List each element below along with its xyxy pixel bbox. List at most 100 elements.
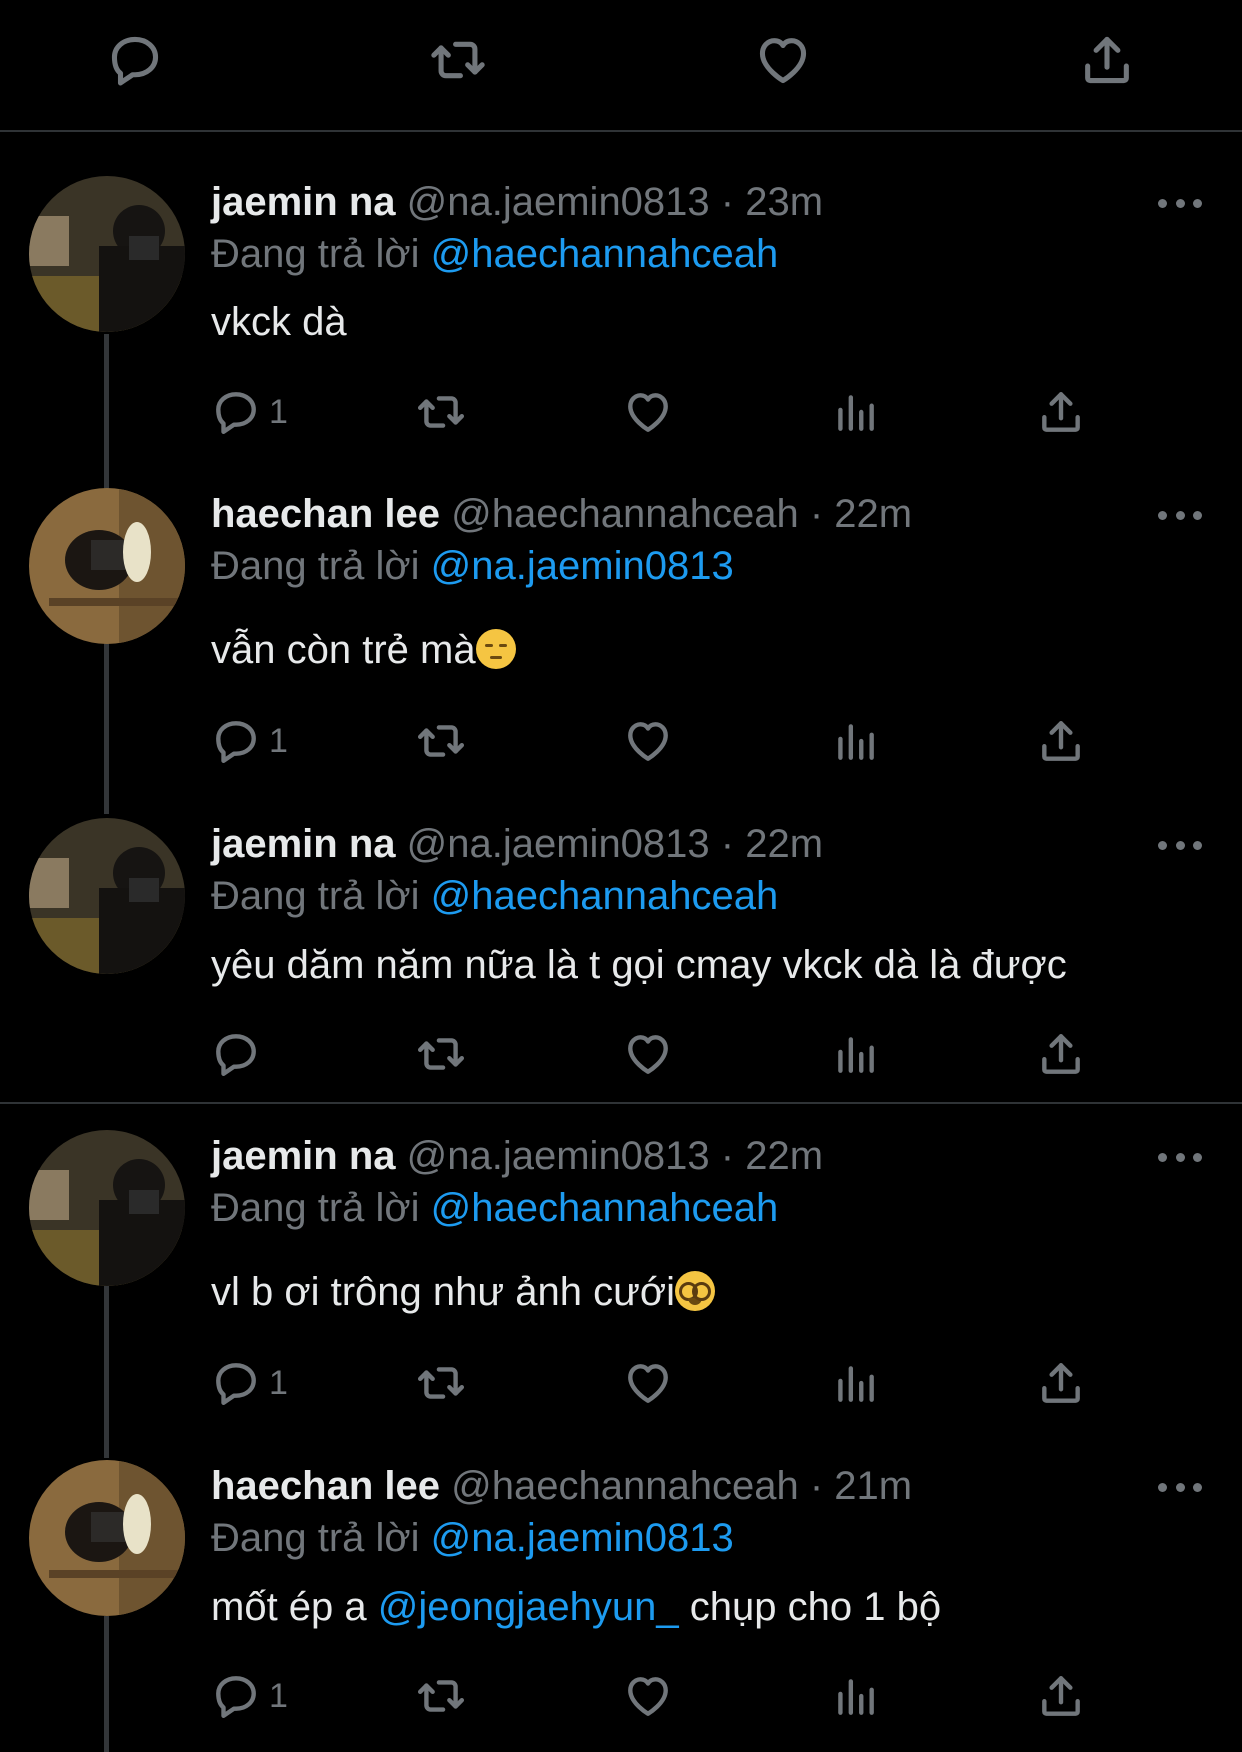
dot-icon: [1193, 510, 1202, 520]
share-button[interactable]: [1036, 384, 1086, 440]
replying-handle[interactable]: @na.jaemin0813: [431, 544, 734, 588]
like-button[interactable]: [623, 384, 673, 440]
user-handle[interactable]: @haechannahceah: [451, 492, 799, 536]
display-name[interactable]: jaemin na: [211, 1134, 396, 1178]
replying-handle[interactable]: @haechannahceah: [431, 232, 779, 276]
avatar[interactable]: [29, 176, 185, 332]
share-button[interactable]: [1036, 1668, 1086, 1724]
reply-button[interactable]: 1: [211, 1355, 288, 1411]
reply-count: 1: [269, 1363, 288, 1402]
more-options-button[interactable]: [1158, 505, 1202, 525]
like-button[interactable]: [623, 1355, 673, 1411]
display-name[interactable]: jaemin na: [211, 822, 396, 866]
user-handle[interactable]: @na.jaemin0813: [407, 822, 710, 866]
share-icon: [1042, 1363, 1080, 1403]
dot-icon: [1175, 198, 1185, 208]
share-button[interactable]: [1036, 713, 1086, 769]
avatar-photo-haechan: [29, 488, 185, 644]
replying-handle[interactable]: @na.jaemin0813: [431, 1516, 734, 1560]
share-icon: [1042, 721, 1080, 761]
reply-button[interactable]: [101, 26, 169, 94]
timestamp[interactable]: · 22m: [721, 1134, 823, 1178]
timestamp[interactable]: · 22m: [721, 822, 823, 866]
replying-to: Đang trả lời @haechannahceah: [211, 1183, 778, 1233]
analytics-icon: [838, 1366, 874, 1402]
tweet-text-after: chụp cho 1 bộ: [689, 1585, 942, 1629]
dot-icon: [1158, 1152, 1167, 1162]
dot-icon: [1175, 1152, 1185, 1162]
reply-button[interactable]: [211, 1026, 269, 1082]
like-button[interactable]: [623, 1668, 673, 1724]
share-button[interactable]: [1036, 1026, 1086, 1082]
tweet-text-before: mốt ép a: [211, 1585, 367, 1629]
retweet-button[interactable]: [416, 713, 466, 769]
avatar[interactable]: [29, 1130, 185, 1286]
analytics-icon: [838, 395, 874, 431]
user-handle[interactable]: @haechannahceah: [451, 1464, 799, 1508]
reply-button[interactable]: 1: [211, 384, 288, 440]
timestamp[interactable]: · 23m: [721, 180, 823, 224]
replying-label: Đang trả lời: [211, 874, 420, 918]
retweet-button[interactable]: [424, 26, 492, 94]
like-button[interactable]: [749, 26, 817, 94]
more-options-button[interactable]: [1158, 193, 1202, 213]
analytics-button[interactable]: [830, 713, 880, 769]
display-name[interactable]: haechan lee: [211, 1464, 440, 1508]
tweet-actions: 1: [0, 1355, 1242, 1411]
mention-link[interactable]: @jeongjaehyun_: [378, 1585, 679, 1629]
reply-icon: [216, 1034, 256, 1076]
analytics-button[interactable]: [830, 1355, 880, 1411]
replying-handle[interactable]: @haechannahceah: [431, 874, 779, 918]
tweet-actions: 1: [0, 713, 1242, 769]
replying-label: Đang trả lời: [211, 232, 420, 276]
tweet-actions: 1: [0, 384, 1242, 440]
replying-label: Đang trả lời: [211, 1516, 420, 1560]
like-icon: [759, 38, 807, 84]
like-button[interactable]: [623, 1026, 673, 1082]
avatar[interactable]: [29, 488, 185, 644]
more-options-button[interactable]: [1158, 1147, 1202, 1167]
replying-label: Đang trả lời: [211, 544, 420, 588]
replying-to: Đang trả lời @na.jaemin0813: [211, 541, 734, 591]
more-options-button[interactable]: [1158, 835, 1202, 855]
avatar-photo-jaemin: [29, 818, 185, 974]
analytics-button[interactable]: [830, 384, 880, 440]
reply-count: 1: [269, 1676, 288, 1715]
like-icon: [628, 1364, 668, 1403]
display-name[interactable]: haechan lee: [211, 492, 440, 536]
like-button[interactable]: [623, 713, 673, 769]
dot-icon: [1158, 510, 1167, 520]
user-handle[interactable]: @na.jaemin0813: [407, 1134, 710, 1178]
tweet-text: vẫn còn trẻ mà: [211, 624, 516, 676]
reply-button[interactable]: 1: [211, 1668, 288, 1724]
replying-to: Đang trả lời @na.jaemin0813: [211, 1513, 734, 1563]
replying-label: Đang trả lời: [211, 1186, 420, 1230]
dot-icon: [1193, 840, 1202, 850]
analytics-icon: [838, 1037, 874, 1073]
tweet-header: haechan lee @haechannahceah · 22m: [211, 489, 912, 539]
replying-to: Đang trả lời @haechannahceah: [211, 229, 778, 279]
reply-icon: [216, 1363, 256, 1405]
replying-handle[interactable]: @haechannahceah: [431, 1186, 779, 1230]
retweet-button[interactable]: [416, 1026, 466, 1082]
reply-icon: [216, 392, 256, 434]
retweet-button[interactable]: [416, 384, 466, 440]
analytics-button[interactable]: [830, 1668, 880, 1724]
display-name[interactable]: jaemin na: [211, 180, 396, 224]
parent-tweet-actions: [0, 0, 1242, 132]
timestamp[interactable]: · 21m: [810, 1464, 912, 1508]
share-icon: [1042, 1034, 1080, 1074]
retweet-button[interactable]: [416, 1668, 466, 1724]
share-button[interactable]: [1036, 1355, 1086, 1411]
retweet-button[interactable]: [416, 1355, 466, 1411]
share-button[interactable]: [1073, 26, 1141, 94]
like-icon: [628, 393, 668, 432]
reply-button[interactable]: 1: [211, 713, 288, 769]
avatar[interactable]: [29, 1460, 185, 1616]
dot-icon: [1193, 198, 1202, 208]
avatar[interactable]: [29, 818, 185, 974]
more-options-button[interactable]: [1158, 1477, 1202, 1497]
analytics-button[interactable]: [830, 1026, 880, 1082]
timestamp[interactable]: · 22m: [810, 492, 912, 536]
user-handle[interactable]: @na.jaemin0813: [407, 180, 710, 224]
